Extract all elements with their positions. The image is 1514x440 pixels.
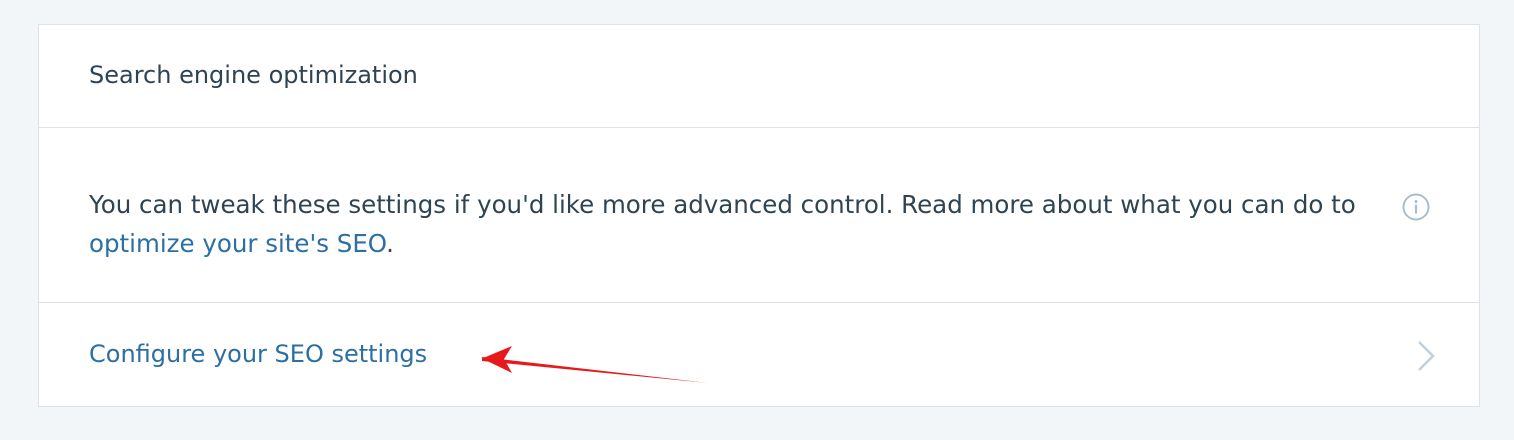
card-title: Search engine optimization [89, 61, 418, 89]
optimize-seo-link[interactable]: optimize your site's SEO [89, 229, 386, 258]
info-icon[interactable] [1401, 192, 1431, 222]
chevron-right-icon[interactable] [1415, 339, 1437, 373]
description-text: You can tweak these settings if you'd li… [89, 190, 1356, 219]
card-body: You can tweak these settings if you'd li… [39, 128, 1479, 303]
card-header: Search engine optimization [39, 25, 1479, 128]
configure-seo-settings-row[interactable]: Configure your SEO settings [39, 303, 1479, 406]
seo-card: Search engine optimization You can tweak… [38, 24, 1480, 407]
configure-seo-settings-link[interactable]: Configure your SEO settings [89, 340, 427, 368]
red-arrow-annotation [482, 346, 708, 383]
seo-description: You can tweak these settings if you'd li… [89, 185, 1389, 263]
description-end: . [386, 229, 394, 258]
